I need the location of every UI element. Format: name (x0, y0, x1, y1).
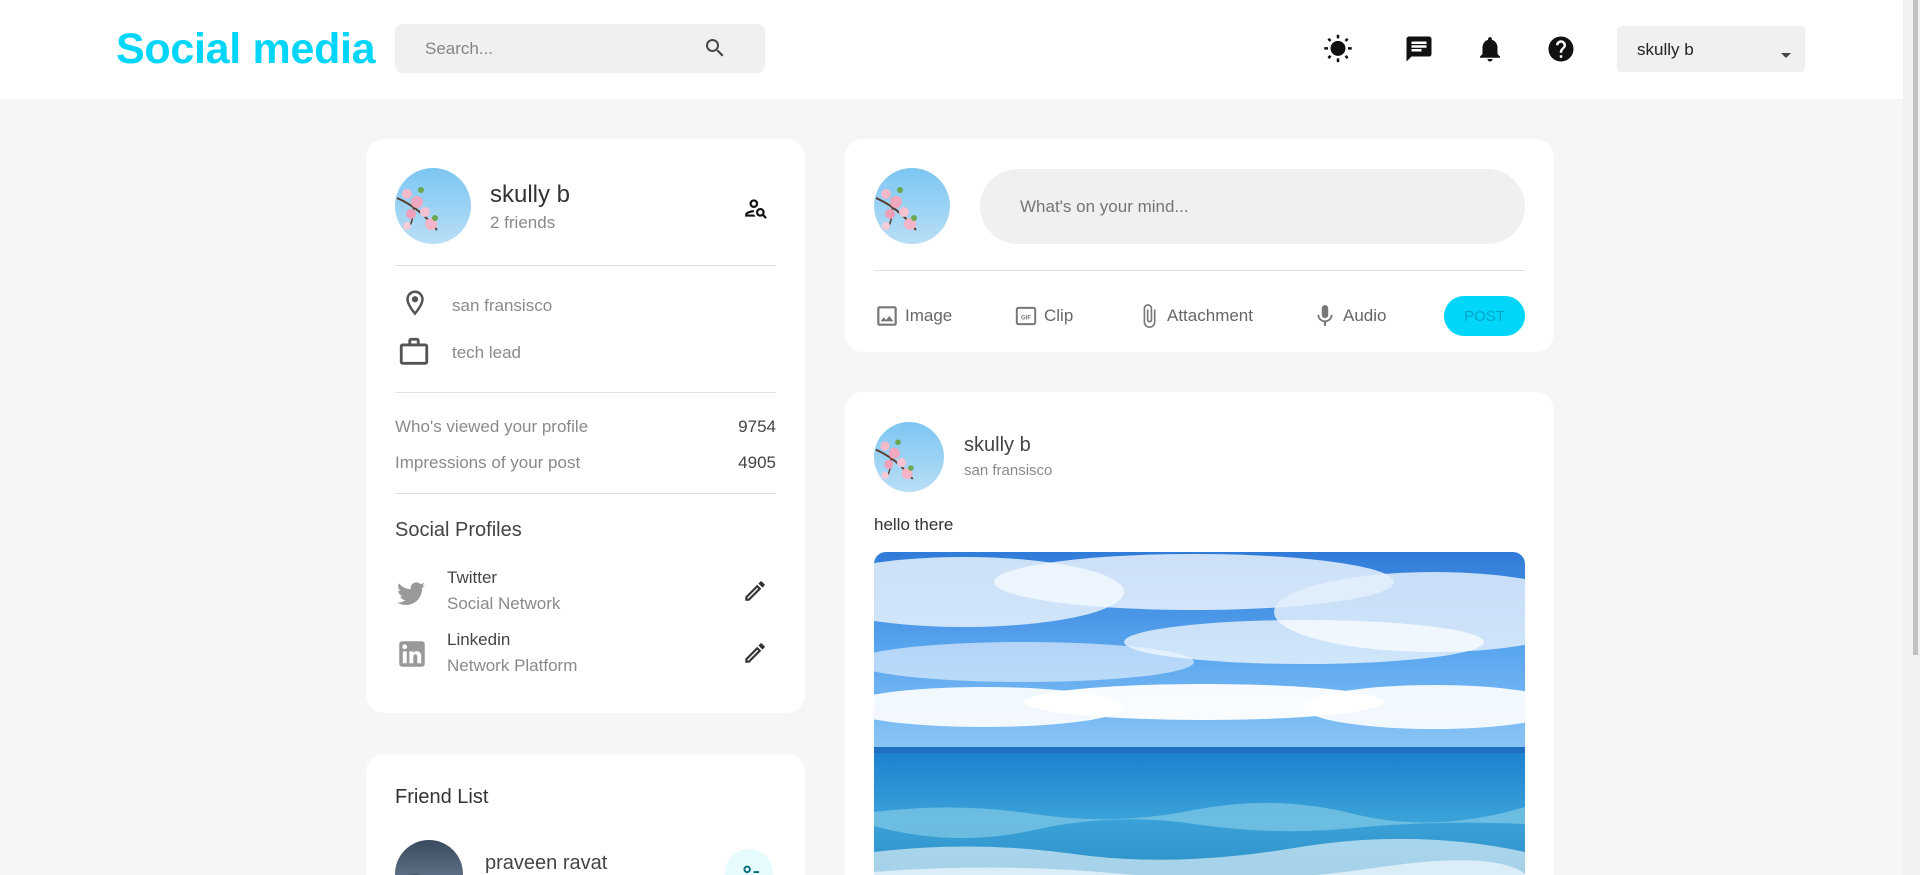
post-input[interactable] (1020, 195, 1480, 219)
stat-value: 4905 (738, 453, 776, 472)
friend-avatar[interactable] (395, 840, 463, 875)
scrollbar-thumb[interactable] (1913, 0, 1918, 655)
navbar: Social media skully b (0, 0, 1920, 99)
profile-divider (395, 392, 776, 393)
post-author-avatar[interactable] (874, 422, 944, 492)
composer-divider (874, 270, 1525, 271)
audio-action[interactable]: Audio (1312, 301, 1402, 331)
attachment-action-label: Attachment (1167, 306, 1253, 325)
briefcase-icon (399, 337, 429, 365)
stat-label: Who's viewed your profile (395, 417, 589, 436)
message-icon (1406, 36, 1432, 62)
profile-avatar[interactable] (395, 168, 471, 244)
paperclip-icon (1143, 304, 1156, 328)
bell-icon (1480, 37, 1500, 62)
profile-name[interactable]: skully b (490, 181, 570, 209)
theme-toggle-button[interactable] (1318, 29, 1358, 69)
post-image[interactable] (874, 552, 1525, 875)
profile-divider (395, 265, 776, 266)
friend-name[interactable]: praveen ravat (485, 852, 607, 875)
search-button[interactable] (695, 28, 735, 68)
profile-card: skully b 2 friends san fransisco tech le… (366, 139, 805, 713)
post-button-label: POST (1464, 307, 1505, 325)
manage-accounts-icon (745, 199, 767, 219)
user-select-label: skully b (1637, 40, 1694, 59)
social-name: Linkedin (447, 630, 511, 649)
edit-linkedin-button[interactable] (740, 638, 770, 668)
social-name: Twitter (447, 568, 498, 587)
user-select[interactable]: skully b (1617, 26, 1805, 72)
image-action[interactable]: Image (874, 301, 974, 331)
post-card: skully b san fransisco hello there (845, 392, 1554, 875)
edit-twitter-button[interactable] (740, 576, 770, 606)
help-icon (1548, 36, 1574, 62)
post-text: hello there (874, 515, 954, 534)
friend-list-title: Friend List (395, 786, 489, 808)
location-icon (406, 290, 424, 316)
gif-box-icon: GIF (1015, 306, 1037, 326)
composer-avatar (874, 168, 950, 244)
notifications-button[interactable] (1470, 29, 1510, 69)
logo[interactable]: Social media (116, 25, 376, 74)
help-button[interactable] (1541, 29, 1581, 69)
image-action-label: Image (905, 306, 953, 325)
edit-icon (745, 643, 765, 663)
profile-divider (395, 493, 776, 494)
profile-friends-count: 2 friends (490, 213, 556, 232)
search-input[interactable] (425, 38, 685, 60)
attachment-action[interactable]: Attachment (1136, 301, 1266, 331)
post-author-name[interactable]: skully b (964, 434, 1031, 457)
manage-account-button[interactable] (741, 193, 771, 223)
social-profiles-title: Social Profiles (395, 519, 522, 541)
microphone-icon (1317, 305, 1333, 326)
stat-label: Impressions of your post (395, 453, 581, 472)
profile-occupation: tech lead (452, 343, 521, 362)
search-icon (706, 39, 724, 57)
linkedin-icon (399, 641, 425, 667)
composer-card: Image GIF Clip Attachment Audio POST (845, 139, 1554, 352)
audio-action-label: Audio (1343, 306, 1387, 325)
remove-friend-button[interactable] (725, 849, 773, 875)
twitter-icon (397, 582, 425, 605)
sun-icon (1324, 34, 1352, 63)
stat-value: 9754 (738, 417, 776, 436)
social-type: Network Platform (447, 656, 578, 675)
friend-list-card: Friend List praveen ravat (366, 754, 805, 875)
profile-location: san fransisco (452, 296, 553, 315)
post-author-location: san fransisco (964, 462, 1053, 479)
image-icon (877, 306, 897, 326)
clip-action[interactable]: GIF Clip (1013, 301, 1093, 331)
post-input-container (980, 169, 1525, 244)
svg-text:GIF: GIF (1021, 315, 1031, 321)
clip-action-label: Clip (1044, 306, 1074, 325)
person-remove-icon (743, 865, 760, 875)
edit-icon (745, 581, 765, 601)
search-bar (395, 24, 765, 73)
caret-down-icon (1781, 53, 1791, 58)
post-button[interactable]: POST (1444, 296, 1525, 336)
messages-button[interactable] (1399, 29, 1439, 69)
social-type: Social Network (447, 594, 561, 613)
